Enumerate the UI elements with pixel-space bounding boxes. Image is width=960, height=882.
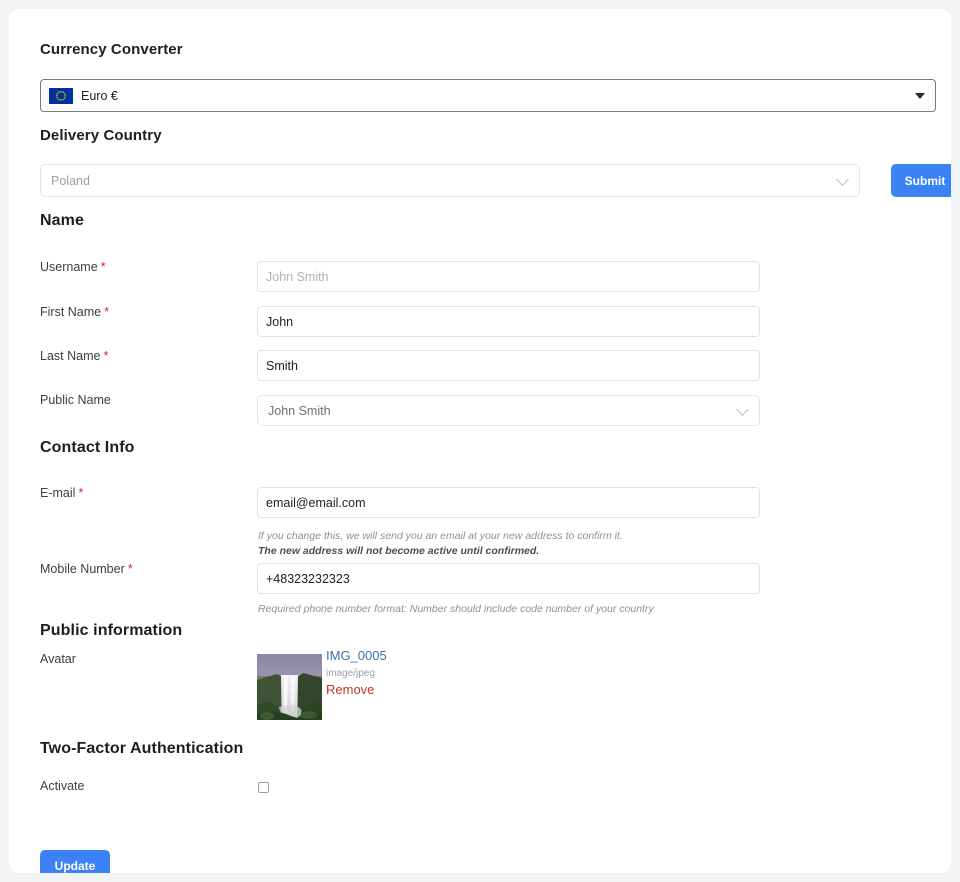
required-marker: * — [104, 304, 110, 319]
update-button[interactable]: Update — [40, 850, 110, 873]
first-name-value: John — [266, 314, 294, 329]
public-name-label: Public Name — [40, 393, 111, 407]
chevron-down-icon — [836, 172, 849, 186]
last-name-label: Last Name * — [40, 348, 109, 363]
settings-card: Currency Converter Euro € Delivery Count… — [9, 9, 951, 873]
contact-info-heading: Contact Info — [40, 439, 135, 456]
avatar-file-type: image/jpeg — [326, 668, 375, 679]
email-label: E-mail * — [40, 485, 84, 500]
username-input[interactable]: John Smith — [257, 261, 760, 292]
currency-select[interactable]: Euro € — [40, 79, 936, 112]
chevron-down-icon — [736, 402, 749, 416]
first-name-input[interactable]: John — [257, 306, 760, 337]
username-label: Username * — [40, 259, 106, 274]
chevron-down-icon — [915, 92, 925, 99]
public-name-value: John Smith — [268, 403, 331, 418]
eu-flag-icon — [49, 87, 73, 104]
delivery-country-select[interactable]: Poland — [40, 164, 860, 197]
activate-label: Activate — [40, 779, 85, 793]
username-value: John Smith — [266, 269, 329, 284]
delivery-country-value: Poland — [51, 173, 90, 188]
avatar-remove-link[interactable]: Remove — [326, 682, 374, 697]
currency-selected-value: Euro € — [81, 88, 118, 103]
mobile-number-value: +48323232323 — [266, 571, 350, 586]
email-value: email@email.com — [266, 495, 366, 510]
email-hint-line-1: If you change this, we will send you an … — [258, 530, 623, 542]
required-marker: * — [78, 485, 84, 500]
avatar-file-name-link[interactable]: IMG_0005 — [326, 648, 387, 663]
avatar — [257, 654, 322, 720]
first-name-label: First Name * — [40, 304, 110, 319]
public-information-heading: Public information — [40, 622, 183, 639]
mobile-number-hint: Required phone number format: Number sho… — [258, 603, 654, 615]
required-marker: * — [100, 259, 106, 274]
email-input[interactable]: email@email.com — [257, 487, 760, 518]
last-name-value: Smith — [266, 358, 298, 373]
mobile-number-input[interactable]: +48323232323 — [257, 563, 760, 594]
required-marker: * — [127, 561, 133, 576]
two-factor-authentication-heading: Two-Factor Authentication — [40, 740, 244, 757]
submit-button[interactable]: Submit — [891, 164, 951, 197]
last-name-input[interactable]: Smith — [257, 350, 760, 381]
public-name-select[interactable]: John Smith — [257, 395, 760, 426]
activate-checkbox[interactable] — [258, 782, 269, 793]
name-section-heading: Name — [40, 212, 84, 229]
email-hint-line-2: The new address will not become active u… — [258, 545, 540, 557]
mobile-number-label: Mobile Number * — [40, 561, 133, 576]
required-marker: * — [103, 348, 109, 363]
delivery-country-heading: Delivery Country — [40, 127, 162, 144]
currency-converter-heading: Currency Converter — [40, 41, 183, 58]
avatar-label: Avatar — [40, 652, 76, 666]
